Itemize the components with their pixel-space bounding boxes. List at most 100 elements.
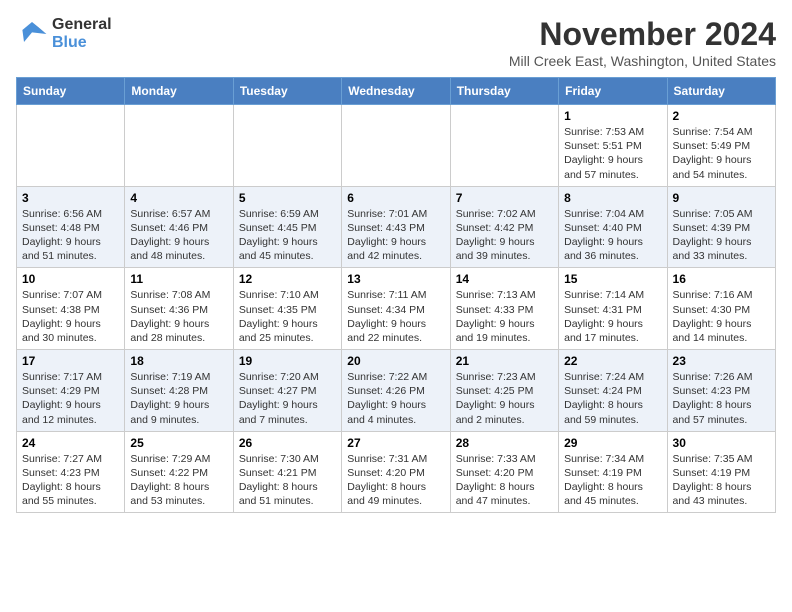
day-number: 6 <box>347 191 444 205</box>
calendar-cell: 10Sunrise: 7:07 AM Sunset: 4:38 PM Dayli… <box>17 268 125 350</box>
weekday-header: Thursday <box>450 78 558 105</box>
calendar-header-row: SundayMondayTuesdayWednesdayThursdayFrid… <box>17 78 776 105</box>
day-number: 28 <box>456 436 553 450</box>
calendar-cell: 26 Sunrise: 7:30 AM Sunset: 4:21 PM Dayli… <box>233 431 341 513</box>
day-number: 14 <box>456 272 553 286</box>
calendar-cell <box>17 105 125 187</box>
day-info: Sunrise: 7:54 AM Sunset: 5:49 PM Dayligh… <box>673 125 770 182</box>
day-info: Sunrise: 7:20 AM Sunset: 4:27 PM Dayligh… <box>239 370 336 427</box>
calendar-cell <box>450 105 558 187</box>
day-number: 12 <box>239 272 336 286</box>
day-info: Sunrise: 7:01 AM Sunset: 4:43 PM Dayligh… <box>347 207 444 264</box>
day-info: Sunrise: 7:04 AM Sunset: 4:40 PM Dayligh… <box>564 207 661 264</box>
calendar-cell: 21Sunrise: 7:23 AM Sunset: 4:25 PM Dayli… <box>450 350 558 432</box>
day-info: Sunrise: 7:05 AM Sunset: 4:39 PM Dayligh… <box>673 207 770 264</box>
calendar-cell: 29 Sunrise: 7:34 AM Sunset: 4:19 PM Dayli… <box>559 431 667 513</box>
calendar-cell: 20 Sunrise: 7:22 AM Sunset: 4:26 PM Dayli… <box>342 350 450 432</box>
calendar-week-row: 3 Sunrise: 6:56 AM Sunset: 4:48 PM Daylig… <box>17 186 776 268</box>
calendar-week-row: 24 Sunrise: 7:27 AM Sunset: 4:23 PM Dayli… <box>17 431 776 513</box>
day-number: 24 <box>22 436 119 450</box>
day-info: Sunrise: 7:08 AM Sunset: 4:36 PM Dayligh… <box>130 288 227 345</box>
day-number: 19 <box>239 354 336 368</box>
calendar-cell: 18 Sunrise: 7:19 AM Sunset: 4:28 PM Dayli… <box>125 350 233 432</box>
calendar-cell: 4 Sunrise: 6:57 AM Sunset: 4:46 PM Daylig… <box>125 186 233 268</box>
day-number: 17 <box>22 354 119 368</box>
day-number: 18 <box>130 354 227 368</box>
calendar-cell: 23Sunrise: 7:26 AM Sunset: 4:23 PM Dayli… <box>667 350 775 432</box>
day-info: Sunrise: 7:35 AM Sunset: 4:19 PM Dayligh… <box>673 452 770 509</box>
calendar-cell: 22Sunrise: 7:24 AM Sunset: 4:24 PM Dayli… <box>559 350 667 432</box>
calendar-week-row: 1 Sunrise: 7:53 AM Sunset: 5:51 PM Daylig… <box>17 105 776 187</box>
day-info: Sunrise: 7:31 AM Sunset: 4:20 PM Dayligh… <box>347 452 444 509</box>
day-number: 29 <box>564 436 661 450</box>
calendar-cell: 16 Sunrise: 7:16 AM Sunset: 4:30 PM Dayli… <box>667 268 775 350</box>
day-info: Sunrise: 7:23 AM Sunset: 4:25 PM Dayligh… <box>456 370 553 427</box>
calendar-cell: 8 Sunrise: 7:04 AM Sunset: 4:40 PM Daylig… <box>559 186 667 268</box>
calendar-cell: 19 Sunrise: 7:20 AM Sunset: 4:27 PM Dayli… <box>233 350 341 432</box>
calendar-cell: 11 Sunrise: 7:08 AM Sunset: 4:36 PM Dayli… <box>125 268 233 350</box>
calendar-table: SundayMondayTuesdayWednesdayThursdayFrid… <box>16 77 776 513</box>
calendar-cell: 1 Sunrise: 7:53 AM Sunset: 5:51 PM Daylig… <box>559 105 667 187</box>
day-info: Sunrise: 7:11 AM Sunset: 4:34 PM Dayligh… <box>347 288 444 345</box>
day-info: Sunrise: 7:07 AM Sunset: 4:38 PM Dayligh… <box>22 288 119 345</box>
day-number: 4 <box>130 191 227 205</box>
day-number: 15 <box>564 272 661 286</box>
calendar-cell: 17 Sunrise: 7:17 AM Sunset: 4:29 PM Dayli… <box>17 350 125 432</box>
calendar-cell: 28 Sunrise: 7:33 AM Sunset: 4:20 PM Dayli… <box>450 431 558 513</box>
day-info: Sunrise: 7:24 AM Sunset: 4:24 PM Dayligh… <box>564 370 661 427</box>
day-number: 1 <box>564 109 661 123</box>
day-info: Sunrise: 7:26 AM Sunset: 4:23 PM Dayligh… <box>673 370 770 427</box>
day-info: Sunrise: 7:53 AM Sunset: 5:51 PM Dayligh… <box>564 125 661 182</box>
calendar-cell: 3 Sunrise: 6:56 AM Sunset: 4:48 PM Daylig… <box>17 186 125 268</box>
day-number: 26 <box>239 436 336 450</box>
day-number: 25 <box>130 436 227 450</box>
day-number: 13 <box>347 272 444 286</box>
calendar-cell: 24 Sunrise: 7:27 AM Sunset: 4:23 PM Dayli… <box>17 431 125 513</box>
day-info: Sunrise: 7:17 AM Sunset: 4:29 PM Dayligh… <box>22 370 119 427</box>
logo-icon <box>16 18 48 50</box>
weekday-header: Friday <box>559 78 667 105</box>
day-number: 8 <box>564 191 661 205</box>
day-info: Sunrise: 7:16 AM Sunset: 4:30 PM Dayligh… <box>673 288 770 345</box>
calendar-week-row: 17 Sunrise: 7:17 AM Sunset: 4:29 PM Dayli… <box>17 350 776 432</box>
day-info: Sunrise: 7:27 AM Sunset: 4:23 PM Dayligh… <box>22 452 119 509</box>
calendar-cell: 14 Sunrise: 7:13 AM Sunset: 4:33 PM Dayli… <box>450 268 558 350</box>
day-number: 2 <box>673 109 770 123</box>
weekday-header: Monday <box>125 78 233 105</box>
day-info: Sunrise: 7:10 AM Sunset: 4:35 PM Dayligh… <box>239 288 336 345</box>
title-area: November 2024 Mill Creek East, Washingto… <box>509 16 776 69</box>
day-number: 16 <box>673 272 770 286</box>
calendar-cell <box>342 105 450 187</box>
calendar-cell: 7Sunrise: 7:02 AM Sunset: 4:42 PM Daylig… <box>450 186 558 268</box>
calendar-cell: 5Sunrise: 6:59 AM Sunset: 4:45 PM Daylig… <box>233 186 341 268</box>
calendar-cell: 9Sunrise: 7:05 AM Sunset: 4:39 PM Daylig… <box>667 186 775 268</box>
calendar-cell: 2 Sunrise: 7:54 AM Sunset: 5:49 PM Daylig… <box>667 105 775 187</box>
calendar-cell <box>125 105 233 187</box>
day-number: 11 <box>130 272 227 286</box>
day-info: Sunrise: 7:13 AM Sunset: 4:33 PM Dayligh… <box>456 288 553 345</box>
day-info: Sunrise: 7:02 AM Sunset: 4:42 PM Dayligh… <box>456 207 553 264</box>
weekday-header: Sunday <box>17 78 125 105</box>
calendar-cell: 13 Sunrise: 7:11 AM Sunset: 4:34 PM Dayli… <box>342 268 450 350</box>
day-info: Sunrise: 7:19 AM Sunset: 4:28 PM Dayligh… <box>130 370 227 427</box>
calendar-week-row: 10Sunrise: 7:07 AM Sunset: 4:38 PM Dayli… <box>17 268 776 350</box>
day-info: Sunrise: 6:57 AM Sunset: 4:46 PM Dayligh… <box>130 207 227 264</box>
day-info: Sunrise: 7:22 AM Sunset: 4:26 PM Dayligh… <box>347 370 444 427</box>
day-number: 20 <box>347 354 444 368</box>
weekday-header: Wednesday <box>342 78 450 105</box>
day-info: Sunrise: 7:29 AM Sunset: 4:22 PM Dayligh… <box>130 452 227 509</box>
calendar-cell: 6 Sunrise: 7:01 AM Sunset: 4:43 PM Daylig… <box>342 186 450 268</box>
day-number: 27 <box>347 436 444 450</box>
day-number: 30 <box>673 436 770 450</box>
day-number: 3 <box>22 191 119 205</box>
calendar-cell: 12 Sunrise: 7:10 AM Sunset: 4:35 PM Dayli… <box>233 268 341 350</box>
location-title: Mill Creek East, Washington, United Stat… <box>509 53 776 69</box>
day-info: Sunrise: 7:14 AM Sunset: 4:31 PM Dayligh… <box>564 288 661 345</box>
calendar-cell: 27 Sunrise: 7:31 AM Sunset: 4:20 PM Dayli… <box>342 431 450 513</box>
day-info: Sunrise: 6:56 AM Sunset: 4:48 PM Dayligh… <box>22 207 119 264</box>
day-info: Sunrise: 7:34 AM Sunset: 4:19 PM Dayligh… <box>564 452 661 509</box>
day-info: Sunrise: 7:30 AM Sunset: 4:21 PM Dayligh… <box>239 452 336 509</box>
calendar-cell <box>233 105 341 187</box>
day-info: Sunrise: 7:33 AM Sunset: 4:20 PM Dayligh… <box>456 452 553 509</box>
day-info: Sunrise: 6:59 AM Sunset: 4:45 PM Dayligh… <box>239 207 336 264</box>
